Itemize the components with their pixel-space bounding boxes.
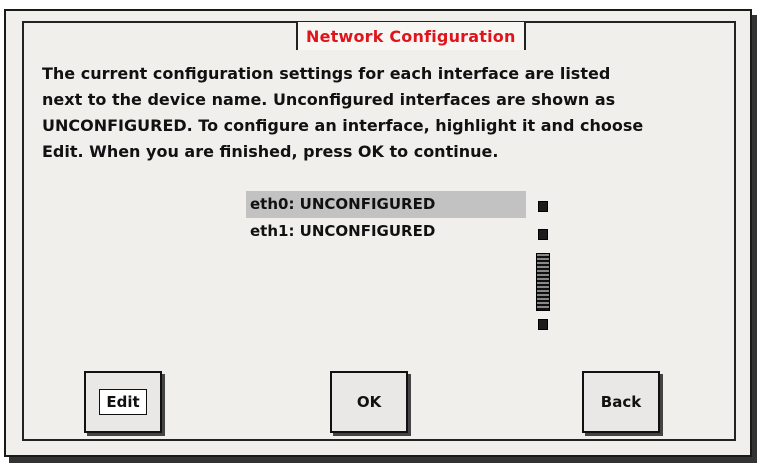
description-line: next to the device name. Unconfigured in… <box>42 90 616 109</box>
description-line: The current configuration settings for e… <box>42 64 611 83</box>
scroll-marker-icon <box>538 229 548 240</box>
interface-list[interactable]: eth0: UNCONFIGURED eth1: UNCONFIGURED <box>246 191 526 336</box>
description-line: Edit. When you are finished, press OK to… <box>42 142 499 161</box>
edit-button[interactable]: Edit <box>84 371 162 433</box>
interface-item-eth0[interactable]: eth0: UNCONFIGURED <box>246 191 526 218</box>
back-button-label: Back <box>600 393 642 411</box>
dialog-description: The current configuration settings for e… <box>42 61 722 165</box>
scroll-up-arrow-icon[interactable] <box>538 201 548 212</box>
back-button[interactable]: Back <box>582 371 660 433</box>
network-configuration-dialog: Network Configuration The current config… <box>4 9 752 457</box>
scrollbar-thumb[interactable] <box>536 253 550 311</box>
ok-button[interactable]: OK <box>330 371 408 433</box>
description-line: UNCONFIGURED. To configure an interface,… <box>42 116 644 135</box>
interface-list-scrollbar[interactable] <box>536 201 550 333</box>
dialog-title: Network Configuration <box>306 26 516 46</box>
edit-button-label: Edit <box>99 389 147 415</box>
scroll-down-arrow-icon[interactable] <box>538 319 548 330</box>
interface-item-eth1[interactable]: eth1: UNCONFIGURED <box>246 218 526 245</box>
ok-button-label: OK <box>356 393 382 411</box>
dialog-title-box: Network Configuration <box>296 22 526 50</box>
